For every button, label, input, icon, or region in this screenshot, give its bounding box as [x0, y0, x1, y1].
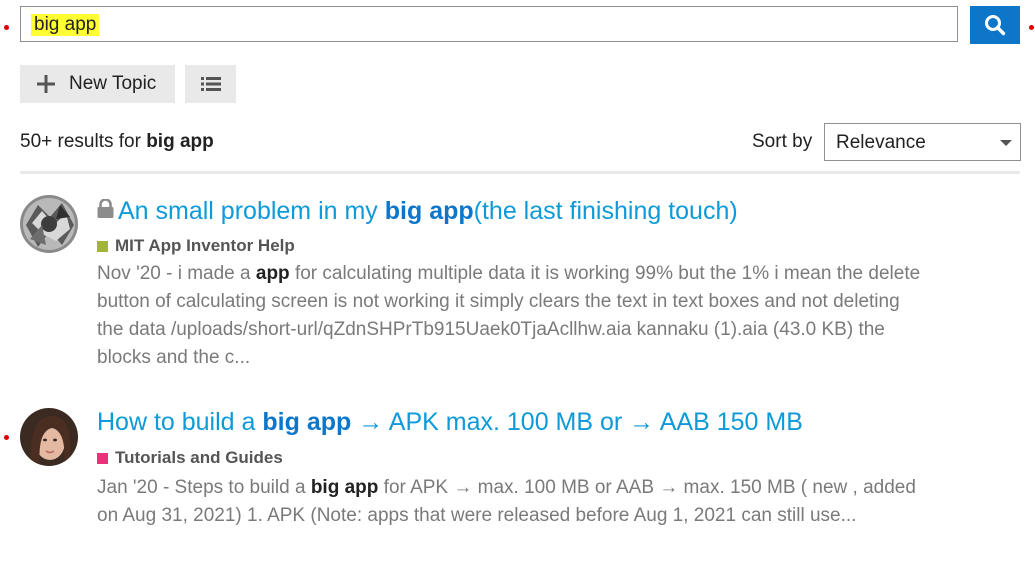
search-input[interactable]: big app	[20, 6, 958, 42]
results-query: big app	[146, 131, 214, 152]
marker-dot	[1029, 25, 1034, 30]
avatar[interactable]	[20, 408, 78, 466]
result-title-link[interactable]: How to build a big app → APK max. 100 MB…	[97, 408, 803, 437]
new-topic-label: New Topic	[69, 73, 157, 94]
category-link[interactable]: Tutorials and Guides	[97, 448, 283, 468]
result-blurb: Jan '20 - Steps to build a big app for A…	[97, 474, 927, 530]
blurb-prefix: Jan '20 - Steps to build a	[97, 477, 306, 498]
lock-icon	[97, 196, 114, 225]
result-title-link[interactable]: An small problem in my big app(the last …	[97, 196, 738, 226]
result-title-prefix: How to build a	[97, 408, 256, 436]
result-title-suffix: → APK max. 100 MB or → AAB 150 MB	[358, 408, 803, 436]
search-icon	[985, 15, 1006, 36]
search-button[interactable]	[970, 6, 1020, 44]
result-title-match: big app	[262, 408, 352, 436]
category-color-swatch	[97, 452, 108, 464]
category-link[interactable]: MIT App Inventor Help	[97, 236, 295, 256]
category-name: MIT App Inventor Help	[115, 236, 295, 255]
marker-dot	[4, 435, 9, 440]
chevron-down-icon	[1000, 140, 1012, 146]
blurb-prefix: Nov '20 - i made a	[97, 263, 251, 284]
category-name: Tutorials and Guides	[115, 448, 283, 467]
result-blurb: Nov '20 - i made a app for calculating m…	[97, 260, 927, 372]
search-results-page: big app New Topic 50+ results for big ap…	[0, 0, 1035, 562]
bulk-select-button[interactable]	[185, 65, 236, 103]
new-topic-button[interactable]: New Topic	[20, 65, 175, 103]
avatar[interactable]	[20, 195, 78, 253]
sort-select[interactable]: Relevance	[824, 123, 1021, 161]
plus-icon	[36, 74, 56, 94]
result-title-prefix: An small problem in my	[118, 197, 378, 225]
sort-label: Sort by	[752, 131, 813, 152]
list-icon	[200, 77, 221, 91]
marker-dot	[4, 25, 9, 30]
divider	[20, 171, 1020, 174]
results-count: 50+ results for big app	[20, 131, 214, 153]
result-title-match: big app	[384, 197, 474, 225]
blurb-match: app	[255, 263, 290, 284]
blurb-match: big app	[310, 477, 379, 498]
category-color-swatch	[97, 240, 108, 252]
results-count-text: 50+ results for	[20, 131, 141, 152]
sort-selected-value: Relevance	[836, 132, 926, 153]
result-title-suffix: (the last finishing touch)	[473, 197, 738, 225]
search-query-text: big app	[31, 14, 100, 36]
